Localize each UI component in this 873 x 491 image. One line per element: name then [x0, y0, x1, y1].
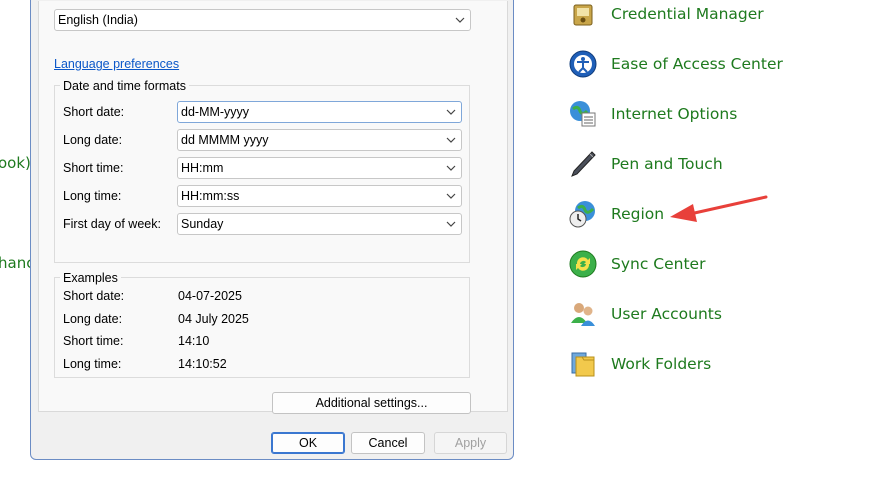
ok-button[interactable]: OK: [271, 432, 345, 454]
cp-label: Work Folders: [611, 355, 712, 373]
short-time-select[interactable]: HH:mm: [177, 157, 462, 179]
long-time-select[interactable]: HH:mm:ss: [177, 185, 462, 207]
example-short-date-value: 04-07-2025: [178, 289, 242, 303]
example-short-time-label: Short time:: [63, 334, 124, 348]
short-time-value: HH:mm: [181, 161, 224, 175]
pen-icon: [566, 147, 600, 181]
region-globe-clock-icon: [566, 197, 600, 231]
example-long-date-value: 04 July 2025: [178, 312, 249, 326]
short-date-select[interactable]: dd-MM-yyyy: [177, 101, 462, 123]
example-short-time-value: 14:10: [178, 334, 210, 348]
language-preferences-link[interactable]: Language preferences: [54, 57, 179, 71]
example-short-date-label: Short date:: [63, 289, 125, 303]
ease-of-access-icon: [566, 47, 600, 81]
apply-button[interactable]: Apply: [434, 432, 507, 454]
cp-label: Credential Manager: [611, 5, 764, 23]
first-day-of-week-label: First day of week:: [63, 217, 161, 231]
cp-item-ease-of-access[interactable]: Ease of Access Center: [566, 47, 783, 81]
first-day-of-week-value: Sunday: [181, 217, 224, 231]
short-date-label: Short date:: [63, 105, 125, 119]
cp-label: User Accounts: [611, 305, 722, 323]
date-time-formats-title: Date and time formats: [60, 79, 189, 93]
cp-label: Pen and Touch: [611, 155, 723, 173]
chevron-down-icon: [446, 221, 456, 227]
cp-label: Ease of Access Center: [611, 55, 783, 73]
cp-item-pen-and-touch[interactable]: Pen and Touch: [566, 147, 723, 181]
first-day-of-week-select[interactable]: Sunday: [177, 213, 462, 235]
long-date-select[interactable]: dd MMMM yyyy: [177, 129, 462, 151]
cp-label: Sync Center: [611, 255, 706, 273]
formats-tab-panel: English (India) Language preferences Dat…: [38, 1, 508, 414]
user-accounts-icon: [566, 297, 600, 331]
cp-item-credential-manager[interactable]: Credential Manager: [566, 0, 764, 31]
long-date-label: Long date:: [63, 133, 123, 147]
sync-center-icon: [566, 247, 600, 281]
format-select[interactable]: English (India): [54, 9, 471, 31]
cancel-button[interactable]: Cancel: [351, 432, 425, 454]
cp-item-work-folders[interactable]: Work Folders: [566, 347, 711, 381]
internet-options-icon: [566, 97, 600, 131]
format-select-value: English (India): [58, 13, 138, 27]
additional-settings-button[interactable]: Additional settings...: [272, 392, 471, 414]
long-time-label: Long time:: [63, 189, 122, 203]
short-date-value: dd-MM-yyyy: [181, 105, 250, 119]
long-date-value: dd MMMM yyyy: [181, 133, 269, 147]
example-long-date-label: Long date:: [63, 312, 123, 326]
chevron-down-icon: [446, 137, 456, 143]
chevron-down-icon: [446, 109, 456, 115]
chevron-down-icon: [446, 165, 456, 171]
cp-item-sync-center[interactable]: Sync Center: [566, 247, 705, 281]
cp-item-user-accounts[interactable]: User Accounts: [566, 297, 722, 331]
work-folders-icon: [566, 347, 600, 381]
credential-manager-icon: [566, 0, 600, 31]
cp-label: Region: [611, 205, 665, 223]
example-long-time-value: 14:10:52: [178, 357, 227, 371]
cp-item-internet-options[interactable]: Internet Options: [566, 97, 737, 131]
examples-title: Examples: [60, 271, 121, 285]
background-text-fragment: ook): [0, 154, 31, 172]
region-dialog: English (India) Language preferences Dat…: [30, 0, 514, 460]
example-long-time-label: Long time:: [63, 357, 122, 371]
long-time-value: HH:mm:ss: [181, 189, 240, 203]
cp-label: Internet Options: [611, 105, 738, 123]
short-time-label: Short time:: [63, 161, 124, 175]
chevron-down-icon: [455, 17, 465, 23]
cp-item-region[interactable]: Region: [566, 197, 664, 231]
chevron-down-icon: [446, 193, 456, 199]
